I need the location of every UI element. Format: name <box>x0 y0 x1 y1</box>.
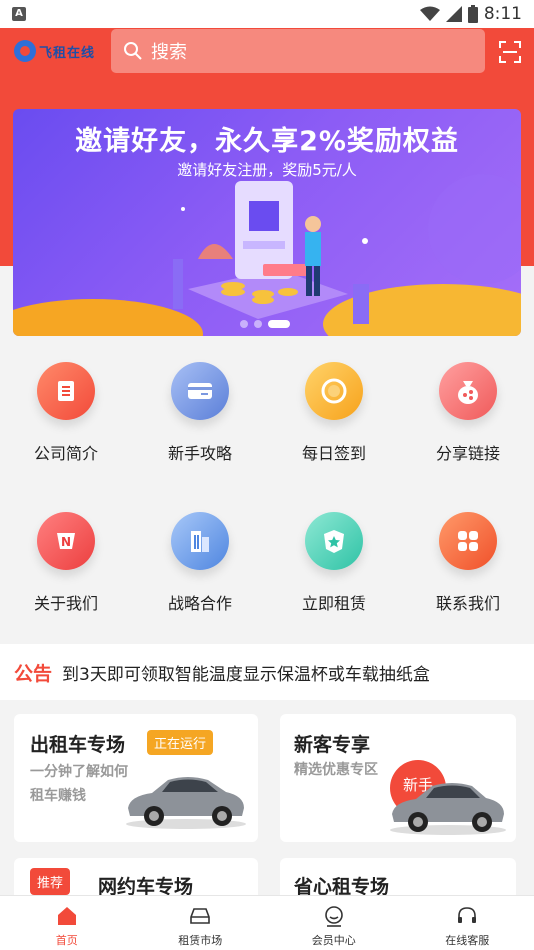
logo-text: 飞租在线 <box>39 45 96 61</box>
pagination-dot[interactable] <box>240 320 248 328</box>
tab-label: 租赁市场 <box>178 934 223 947</box>
menu-item-label: 公司简介 <box>33 444 98 463</box>
building-icon <box>171 512 229 570</box>
search-bar[interactable]: 搜索 <box>111 29 485 73</box>
card-newcomer[interactable]: 新客专享 精选优惠专区 新手 <box>280 714 516 842</box>
car-image <box>126 777 246 829</box>
clock: 8:11 <box>483 4 522 24</box>
recommend-tag: 推荐 <box>30 868 71 895</box>
car-image <box>390 783 506 835</box>
menu-item-cooperation[interactable]: 战略合作 <box>145 512 255 614</box>
svg-text:N: N <box>61 535 71 549</box>
menu-item-checkin[interactable]: 每日签到 <box>279 362 389 464</box>
menu-item-label: 战略合作 <box>167 594 232 613</box>
app-logo[interactable]: 飞租在线 <box>14 38 98 64</box>
top-bar: 飞租在线 搜索 <box>0 28 534 74</box>
menu-grid: 公司简介 新手攻略 每日签到 分享链接 N 关于我们 战略合作 立即租赁 联系我… <box>0 336 534 628</box>
pagination-dot-active[interactable] <box>268 320 290 328</box>
menu-item-label: 关于我们 <box>33 594 98 613</box>
search-icon <box>124 42 142 60</box>
promo-banner[interactable]: 邀请好友，永久享2%奖励权益 邀请好友注册，奖励5元/人 <box>13 109 521 336</box>
menu-item-label: 分享链接 <box>435 444 500 463</box>
menu-item-rent[interactable]: 立即租赁 <box>279 512 389 614</box>
battery-icon <box>467 5 478 23</box>
scan-icon[interactable] <box>498 40 522 64</box>
announcement-bar[interactable]: 公告 到3天即可领取智能温度显示保温杯或车载抽纸盒 <box>0 644 534 700</box>
tab-label: 首页 <box>55 934 78 947</box>
banner-pagination <box>240 320 290 328</box>
menu-item-label: 立即租赁 <box>301 594 366 613</box>
tab-market[interactable]: 租赁市场 <box>134 896 268 950</box>
bottom-tab-bar: 首页 租赁市场 会员中心 在线客服 <box>0 895 534 950</box>
shield-star-icon <box>305 512 363 570</box>
menu-item-label: 每日签到 <box>301 444 366 463</box>
announcement-text: 到3天即可领取智能温度显示保温杯或车载抽纸盒 <box>62 664 430 685</box>
tab-label: 在线客服 <box>445 934 490 947</box>
menu-item-label: 联系我们 <box>435 594 500 613</box>
card-icon <box>171 362 229 420</box>
card-desc: 精选优惠专区 <box>294 762 378 778</box>
pagination-dot[interactable] <box>254 320 262 328</box>
tab-support[interactable]: 在线客服 <box>401 896 534 950</box>
announcement-tag: 公告 <box>14 662 53 685</box>
share-bag-icon <box>439 362 497 420</box>
card-desc-line1: 一分钟了解如何 <box>30 764 128 780</box>
car-icon <box>190 908 211 924</box>
headset-icon <box>458 907 477 923</box>
menu-item-about[interactable]: N 关于我们 <box>11 512 121 614</box>
logo-mark-icon <box>14 40 36 62</box>
notification-a-icon: A <box>12 7 26 21</box>
menu-item-contact[interactable]: 联系我们 <box>413 512 523 614</box>
home-icon <box>57 907 76 925</box>
refresh-icon <box>305 362 363 420</box>
menu-item-guide[interactable]: 新手攻略 <box>145 362 255 464</box>
wifi-icon <box>419 6 440 21</box>
search-placeholder: 搜索 <box>151 42 187 63</box>
document-icon <box>37 362 95 420</box>
banner-title: 邀请好友，永久享2%奖励权益 <box>75 126 459 157</box>
status-bar: A 8:11 <box>0 0 534 28</box>
card-desc-line2: 租车赚钱 <box>30 788 86 804</box>
menu-item-company[interactable]: 公司简介 <box>11 362 121 464</box>
card-taxi[interactable]: 出租车专场 正在运行 一分钟了解如何 租车赚钱 <box>14 714 258 842</box>
menu-item-label: 新手攻略 <box>167 444 232 463</box>
card-title: 出租车专场 <box>30 734 126 756</box>
grid-icon <box>439 512 497 570</box>
tab-home[interactable]: 首页 <box>0 896 134 950</box>
card-title: 新客专享 <box>294 734 371 756</box>
status-badge: 正在运行 <box>147 730 214 755</box>
tab-member[interactable]: 会员中心 <box>267 896 401 950</box>
banner-subtitle: 邀请好友注册，奖励5元/人 <box>177 161 357 179</box>
tab-label: 会员中心 <box>311 934 356 947</box>
user-icon <box>324 906 343 927</box>
menu-item-share[interactable]: 分享链接 <box>413 362 523 464</box>
signal-icon <box>445 6 462 22</box>
n-badge-icon: N <box>37 512 95 570</box>
